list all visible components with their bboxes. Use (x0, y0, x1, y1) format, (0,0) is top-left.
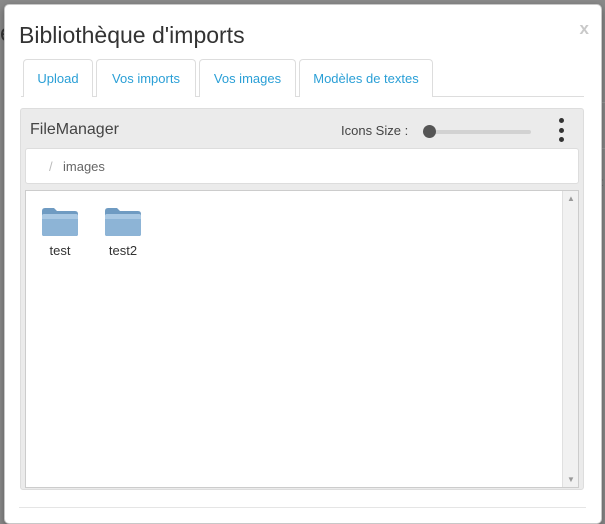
icons-size-label: Icons Size : (341, 123, 409, 138)
modal-title: Bibliothèque d'imports (19, 22, 245, 48)
close-button[interactable]: x (580, 19, 589, 39)
file-manager-title: FileManager (30, 121, 119, 138)
file-list-area: test test2 ▲ ▼ (25, 190, 579, 488)
file-manager-panel: FileManager Icons Size : / images test t… (20, 108, 584, 490)
folder-name: test2 (108, 243, 138, 258)
folder-item[interactable]: test2 (97, 207, 149, 263)
scroll-down-icon[interactable]: ▼ (567, 475, 575, 484)
breadcrumb-separator: / (49, 159, 53, 174)
breadcrumb: / images (25, 148, 579, 184)
tab-bar: Upload Vos imports Vos images Modèles de… (21, 59, 584, 97)
folder-item[interactable]: test (34, 207, 86, 263)
icons-size-slider-track[interactable] (427, 130, 531, 134)
folder-icon (105, 208, 141, 236)
tab-upload[interactable]: Upload (23, 59, 93, 97)
scroll-up-icon[interactable]: ▲ (567, 194, 575, 203)
icons-size-slider-handle[interactable] (423, 125, 436, 138)
tab-modeles-de-textes[interactable]: Modèles de textes (299, 59, 433, 97)
tab-vos-imports[interactable]: Vos imports (96, 59, 196, 97)
folder-name: test (49, 243, 71, 258)
folder-icon (42, 208, 78, 236)
tab-vos-images[interactable]: Vos images (199, 59, 296, 97)
more-options-icon[interactable] (557, 118, 565, 142)
import-library-modal: Bibliothèque d'imports x Upload Vos impo… (4, 4, 602, 524)
breadcrumb-item-images[interactable]: images (63, 159, 105, 174)
footer-divider (19, 507, 586, 508)
vertical-scrollbar[interactable]: ▲ ▼ (562, 191, 578, 487)
